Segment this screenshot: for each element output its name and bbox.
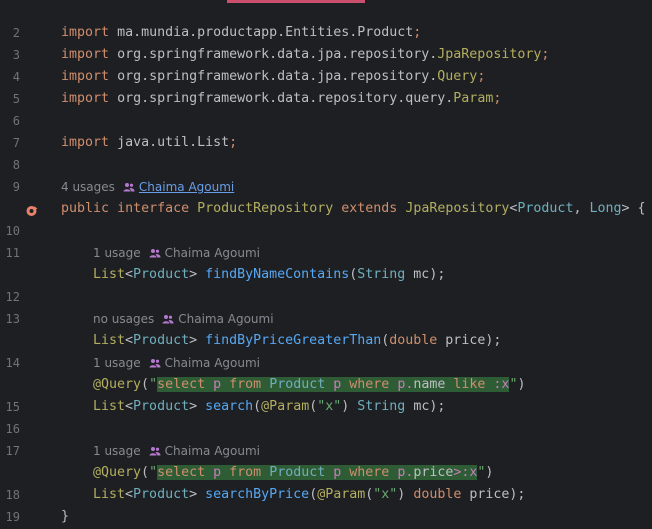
annotation-ref[interactable]: @Query [93, 377, 141, 392]
inlay-hint-row: no usages Chaima Agoumi [0, 308, 652, 330]
code-line-17: 17 [0, 418, 652, 458]
implemented-icon[interactable] [26, 203, 38, 216]
usages-link[interactable]: 1 usage [93, 246, 141, 260]
code-line-7: 7 [0, 110, 652, 150]
method-name[interactable]: search [205, 399, 253, 414]
code-line-10: 10 public interface ProductRepository ex… [0, 198, 652, 238]
class-ref[interactable]: String [357, 267, 405, 282]
code-line-5: 5 import org.springframework.data.jpa.re… [0, 66, 652, 106]
method-declaration: List<Product> findByNameContains(String … [93, 267, 446, 282]
inlay-hint-row: 1 usage Chaima Agoumi [0, 440, 652, 462]
class-ref[interactable]: Product [133, 399, 189, 414]
method-declaration: List<Product> searchByPrice(@Param("x") … [93, 487, 526, 502]
author-icon [149, 441, 161, 463]
author-icon [149, 353, 161, 375]
class-ref[interactable]: Product [133, 333, 189, 348]
class-ref[interactable]: JpaRepository [405, 201, 509, 216]
class-ref[interactable]: Product [133, 267, 189, 282]
import-statement: import org.springframework.data.jpa.repo… [61, 47, 550, 62]
method-declaration: List<Product> search(@Param("x") String … [93, 399, 446, 414]
annotation-ref[interactable]: @Param [261, 399, 309, 414]
code-line-8: 8 import java.util.List; [0, 132, 652, 172]
import-statement: import org.springframework.data.jpa.repo… [61, 69, 486, 84]
class-ref[interactable]: List [93, 267, 125, 282]
class-ref[interactable]: Long [589, 201, 621, 216]
inlay-hint: 1 usage Chaima Agoumi [93, 440, 260, 463]
annotation-ref[interactable]: @Query [93, 465, 141, 480]
class-ref[interactable]: List [93, 399, 125, 414]
usages-link[interactable]: 4 usages [61, 180, 115, 194]
class-ref[interactable]: List [197, 135, 229, 150]
code-line-18: 18 @Query("select p from Product p where… [0, 462, 652, 502]
class-ref[interactable]: Param [453, 91, 493, 106]
query-annotation: @Query("select p from Product p where p.… [93, 377, 526, 392]
inlay-hint-row: 4 usages Chaima Agoumi [0, 176, 652, 198]
annotation-ref[interactable]: @Param [317, 487, 365, 502]
injected-sql[interactable]: select p from Product p where p.name lik… [157, 377, 510, 392]
author-name[interactable]: Chaima Agoumi [165, 444, 260, 458]
author-name[interactable]: Chaima Agoumi [165, 356, 260, 370]
inlay-hint: 1 usage Chaima Agoumi [93, 352, 260, 375]
author-name[interactable]: Chaima Agoumi [178, 312, 273, 326]
code-line-15: 15 @Query("select p from Product p where… [0, 374, 652, 414]
class-ref[interactable]: Query [437, 69, 477, 84]
code-line-16: 16 List<Product> search(@Param("x") Stri… [0, 396, 652, 436]
interface-name[interactable]: ProductRepository [197, 201, 333, 216]
inlay-hint: 4 usages Chaima Agoumi [61, 176, 234, 199]
code-editor[interactable]: 2 3 import ma.mundia.productapp.Entities… [0, 0, 652, 529]
inlay-hint: 1 usage Chaima Agoumi [93, 242, 260, 265]
import-statement: import ma.mundia.productapp.Entities.Pro… [61, 25, 422, 40]
class-ref[interactable]: Product [517, 201, 573, 216]
code-line-3: 3 import ma.mundia.productapp.Entities.P… [0, 22, 652, 62]
code-line-4: 4 import org.springframework.data.jpa.re… [0, 44, 652, 84]
class-ref[interactable]: String [357, 399, 405, 414]
method-name[interactable]: findByNameContains [205, 267, 349, 282]
usages-link[interactable]: no usages [93, 312, 154, 326]
code-line-14: 14 List<Product> findByPriceGreaterThan(… [0, 330, 652, 370]
inlay-hint: no usages Chaima Agoumi [93, 308, 274, 331]
injected-sql[interactable]: select p from Product p where p.price>:x [157, 465, 478, 480]
author-icon [123, 177, 135, 199]
import-statement: import java.util.List; [61, 135, 238, 150]
query-annotation: @Query("select p from Product p where p.… [93, 465, 494, 480]
author-icon [149, 243, 161, 265]
code-line-12: 12 List<Product> findByNameContains(Stri… [0, 264, 652, 304]
author-link[interactable]: Chaima Agoumi [139, 180, 234, 194]
class-ref[interactable]: Product [133, 487, 189, 502]
author-name[interactable]: Chaima Agoumi [165, 246, 260, 260]
class-ref[interactable]: List [93, 487, 125, 502]
inlay-hint-row: 1 usage Chaima Agoumi [0, 352, 652, 374]
class-ref[interactable]: List [93, 333, 125, 348]
import-statement: import org.springframework.data.reposito… [61, 91, 502, 106]
code-line-20: 20 } [0, 506, 652, 528]
code-line-6: 6 import org.springframework.data.reposi… [0, 88, 652, 128]
method-name[interactable]: searchByPrice [205, 487, 309, 502]
method-declaration: List<Product> findByPriceGreaterThan(dou… [93, 333, 502, 348]
interface-declaration: public interface ProductRepository exten… [61, 201, 646, 216]
closing-brace: } [61, 509, 70, 524]
code-line-13: 13 [0, 286, 652, 326]
code-line-19: 19 List<Product> searchByPrice(@Param("x… [0, 484, 652, 524]
usages-link[interactable]: 1 usage [93, 444, 141, 458]
code-line-9: 9 [0, 154, 652, 194]
class-ref[interactable]: Product [357, 25, 413, 40]
class-ref[interactable]: JpaRepository [437, 47, 541, 62]
usages-link[interactable]: 1 usage [93, 356, 141, 370]
method-name[interactable]: findByPriceGreaterThan [205, 333, 381, 348]
author-icon [162, 309, 174, 331]
inlay-hint-row: 1 usage Chaima Agoumi [0, 242, 652, 264]
code-line-11: 11 [0, 220, 652, 260]
code-line-2: 2 [0, 0, 652, 40]
